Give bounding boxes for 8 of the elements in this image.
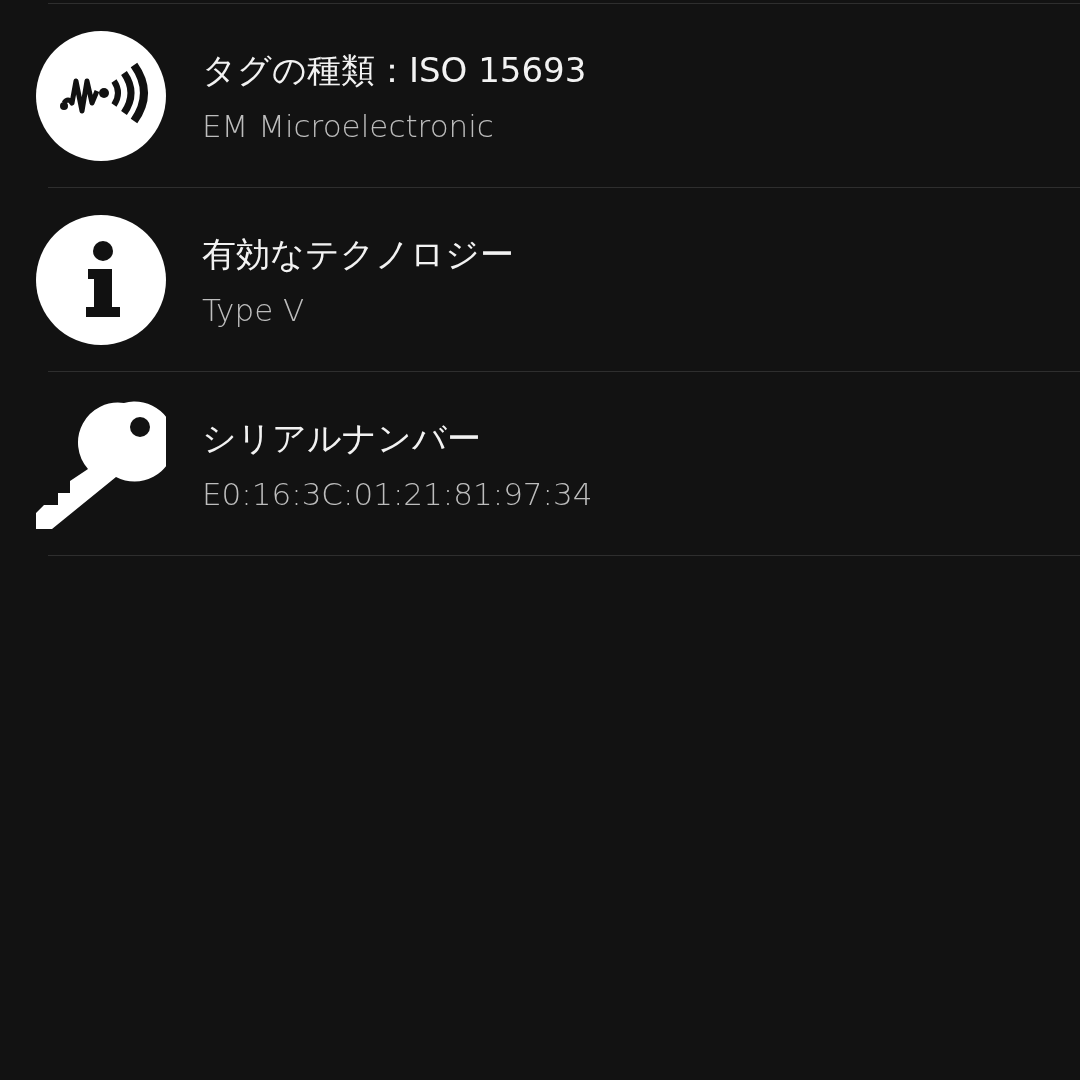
row-value: EM Microelectronic [202,107,495,144]
row-title: タグの種類：ISO 15693 [202,48,587,92]
info-icon [36,214,166,345]
row-title: シリアルナンバー [202,416,482,460]
row-value: Type V [202,291,306,328]
row-title: 有効なテクノロジー [202,232,514,276]
row-value: E0:16:3C:01:21:81:97:34 [202,475,593,512]
nfc-icon [36,30,166,161]
